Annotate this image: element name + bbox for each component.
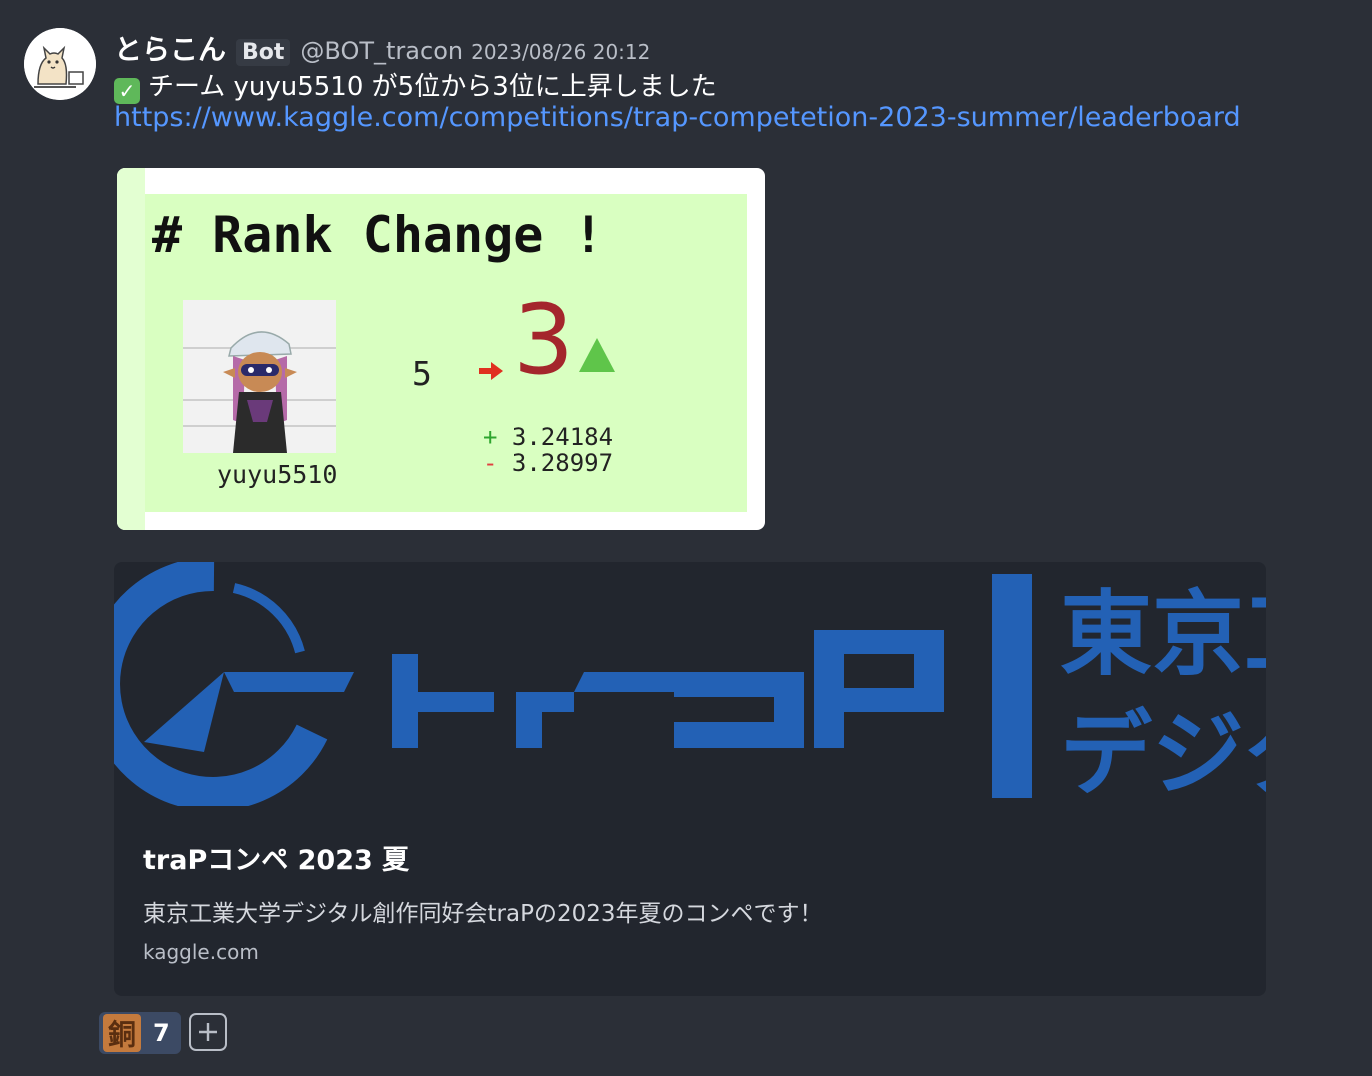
bot-badge: Bot xyxy=(236,39,291,66)
up-triangle-icon xyxy=(579,338,615,372)
plus-sign: + xyxy=(483,423,498,451)
embed-banner: 東京工 デジタ xyxy=(114,562,1266,806)
minus-sign: - xyxy=(483,449,498,477)
dog-icon xyxy=(24,28,96,100)
user-avatar xyxy=(183,300,336,453)
message-header: とらこん Bot @BOT_tracon 2023/08/26 20:12 xyxy=(114,28,650,68)
plus-icon xyxy=(199,1023,217,1041)
check-mark-icon: ✓ xyxy=(114,78,140,104)
author-name[interactable]: とらこん xyxy=(114,28,226,68)
message-body: チーム yuyu5510 が5位から3位に上昇しました xyxy=(148,72,717,102)
image-left-strip xyxy=(117,168,145,530)
score-plus: + 3.24184 xyxy=(483,423,613,451)
inkling-character-icon xyxy=(183,300,336,453)
embed-description: 東京工業大学デジタル創作同好会traPの2023年夏のコンペです！ xyxy=(143,901,823,927)
message-text: ✓ チーム yuyu5510 が5位から3位に上昇しました xyxy=(114,66,717,104)
right-arrow-icon xyxy=(479,362,503,380)
add-stamp-button[interactable] xyxy=(189,1013,227,1051)
score-plus-value: 3.24184 xyxy=(511,423,614,451)
trap-logo-banner: 東京工 デジタ xyxy=(114,562,1266,806)
score-minus-value: 3.28997 xyxy=(511,449,614,477)
banner-text-1: 東京工 xyxy=(1060,581,1266,688)
old-rank: 5 xyxy=(412,354,432,393)
banner-text-2: デジタ xyxy=(1060,701,1266,806)
leaderboard-link[interactable]: https://www.kaggle.com/competitions/trap… xyxy=(114,102,1241,133)
reaction-stamp[interactable]: 銅 7 xyxy=(99,1012,181,1054)
author-handle[interactable]: @BOT_tracon xyxy=(300,37,463,65)
score-minus: - 3.28997 xyxy=(483,449,613,477)
reaction-count: 7 xyxy=(153,1019,170,1047)
rank-change-title: # Rank Change ! xyxy=(152,206,604,264)
user-name: yuyu5510 xyxy=(217,460,338,489)
link-embed[interactable]: 東京工 デジタ traPコンペ 2023 夏 東京工業大学デジタル創作同好会tr… xyxy=(114,562,1266,996)
author-avatar[interactable] xyxy=(24,28,96,100)
embed-title[interactable]: traPコンペ 2023 夏 xyxy=(143,838,409,877)
new-rank: 3 xyxy=(513,284,575,396)
embed-domain: kaggle.com xyxy=(143,940,259,964)
copper-medal-stamp-icon: 銅 xyxy=(103,1014,141,1052)
message-timestamp: 2023/08/26 20:12 xyxy=(471,40,651,64)
rank-change-image[interactable]: # Rank Change ! yuyu5510 5 3 + 3.24184 -… xyxy=(117,168,765,530)
